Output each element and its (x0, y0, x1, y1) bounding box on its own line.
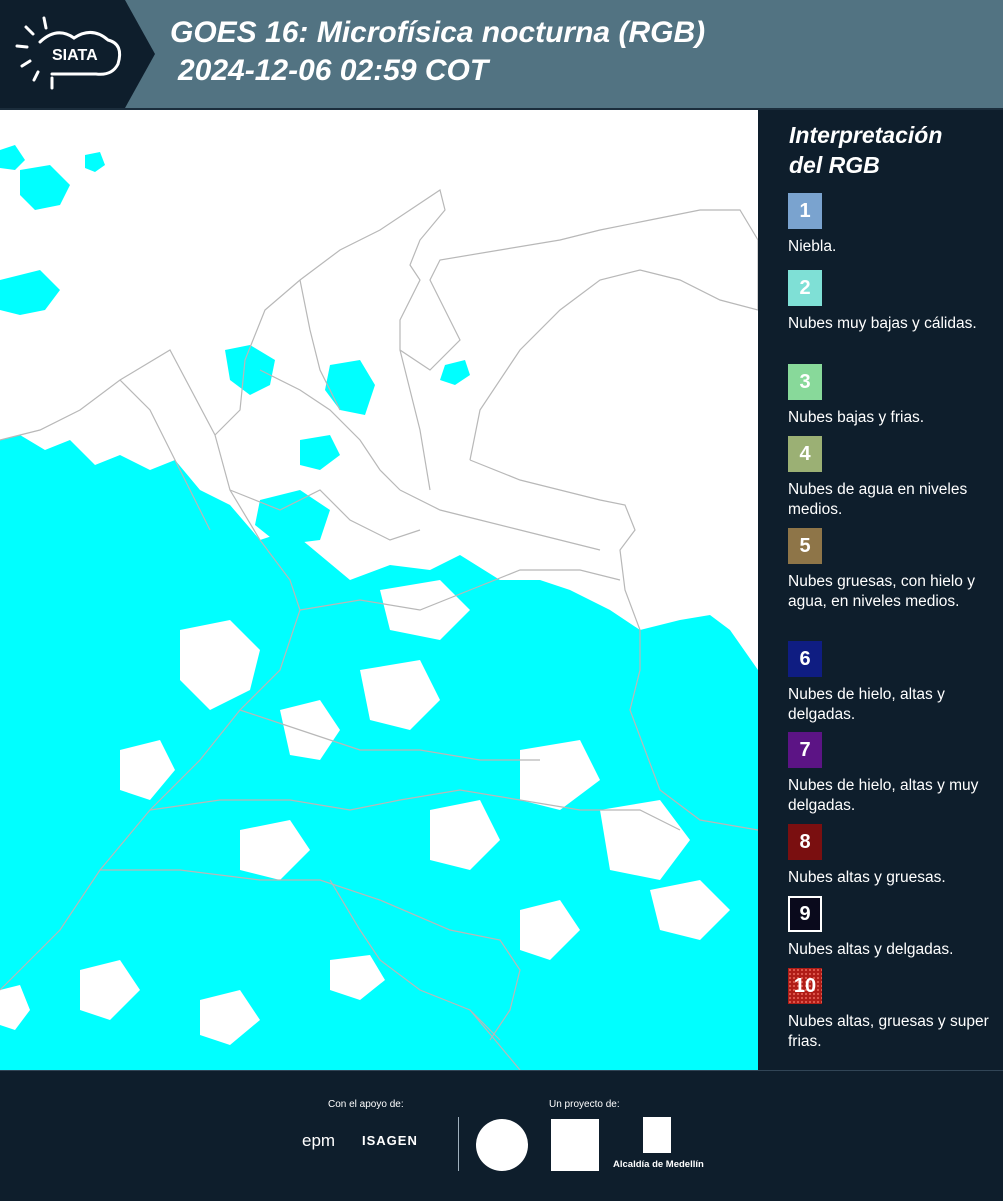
title-line-1: GOES 16: Microfísica nocturna (RGB) (170, 16, 706, 49)
legend-swatch-5: 5 (788, 528, 822, 564)
legend-swatch-7: 7 (788, 732, 822, 768)
logo-tab: SIATA (0, 0, 155, 108)
legend-item-4: 4 Nubes de agua en niveles medios. (788, 436, 998, 520)
legend-label-9: Nubes altas y delgadas. (788, 941, 954, 958)
legend-swatch-10: 10 (788, 968, 822, 1004)
rgb-legend: Interpretación del RGB 1 Niebla. 2 Nubes… (758, 110, 1003, 1070)
legend-title-line-1: Interpretación (789, 122, 943, 148)
satellite-map (0, 110, 758, 1070)
legend-item-6: 6 Nubes de hielo, altas y delgadas. (788, 641, 998, 725)
legend-item-5: 5 Nubes gruesas, con hielo y agua, en ni… (788, 528, 998, 612)
legend-title: Interpretación del RGB (789, 120, 942, 180)
legend-title-line-2: del RGB (789, 152, 880, 178)
legend-swatch-9: 9 (788, 896, 822, 932)
isagen-logo: ISAGEN (362, 1133, 418, 1148)
legend-label-6: Nubes de hielo, altas y delgadas. (788, 686, 945, 723)
title-line-2: 2024-12-06 02:59 COT (178, 54, 489, 87)
legend-label-2: Nubes muy bajas y cálidas. (788, 315, 977, 332)
area-metropolitana-logo (551, 1119, 599, 1171)
legend-swatch-3: 3 (788, 364, 822, 400)
legend-swatch-2: 2 (788, 270, 822, 306)
map-canvas (0, 110, 758, 1070)
header-bar: SIATA GOES 16: Microfísica nocturna (RGB… (0, 0, 1003, 108)
alcaldia-label: Alcaldía de Medellín (613, 1159, 704, 1170)
legend-label-5: Nubes gruesas, con hielo y agua, en nive… (788, 573, 975, 610)
legend-item-10: 10 Nubes altas, gruesas y super frias. (788, 968, 998, 1052)
seal-icon (476, 1119, 528, 1171)
legend-item-7: 7 Nubes de hielo, altas y muy delgadas. (788, 732, 998, 816)
project-label: Un proyecto de: (549, 1099, 620, 1110)
legend-swatch-8: 8 (788, 824, 822, 860)
legend-item-1: 1 Niebla. (788, 193, 998, 257)
legend-swatch-6: 6 (788, 641, 822, 677)
legend-label-10: Nubes altas, gruesas y super frias. (788, 1013, 989, 1050)
footer-divider (458, 1117, 459, 1171)
epm-logo: epm (302, 1131, 336, 1150)
legend-item-8: 8 Nubes altas y gruesas. (788, 824, 998, 888)
legend-item-3: 3 Nubes bajas y frias. (788, 364, 998, 428)
legend-label-8: Nubes altas y gruesas. (788, 869, 946, 886)
legend-label-3: Nubes bajas y frias. (788, 409, 925, 426)
legend-item-9: 9 Nubes altas y delgadas. (788, 896, 998, 960)
page-title: GOES 16: Microfísica nocturna (RGB) 2024… (170, 14, 705, 90)
legend-item-2: 2 Nubes muy bajas y cálidas. (788, 270, 998, 334)
logo-text: SIATA (52, 47, 98, 64)
legend-label-4: Nubes de agua en niveles medios. (788, 481, 968, 518)
alcaldia-shield-icon (643, 1117, 671, 1153)
legend-swatch-1: 1 (788, 193, 822, 229)
legend-label-1: Niebla. (788, 238, 837, 255)
footer: Con el apoyo de: Un proyecto de: epm ISA… (0, 1070, 1003, 1201)
legend-label-7: Nubes de hielo, altas y muy delgadas. (788, 777, 979, 814)
legend-swatch-4: 4 (788, 436, 822, 472)
siata-logo: SIATA (15, 16, 122, 90)
support-label: Con el apoyo de: (328, 1099, 404, 1110)
